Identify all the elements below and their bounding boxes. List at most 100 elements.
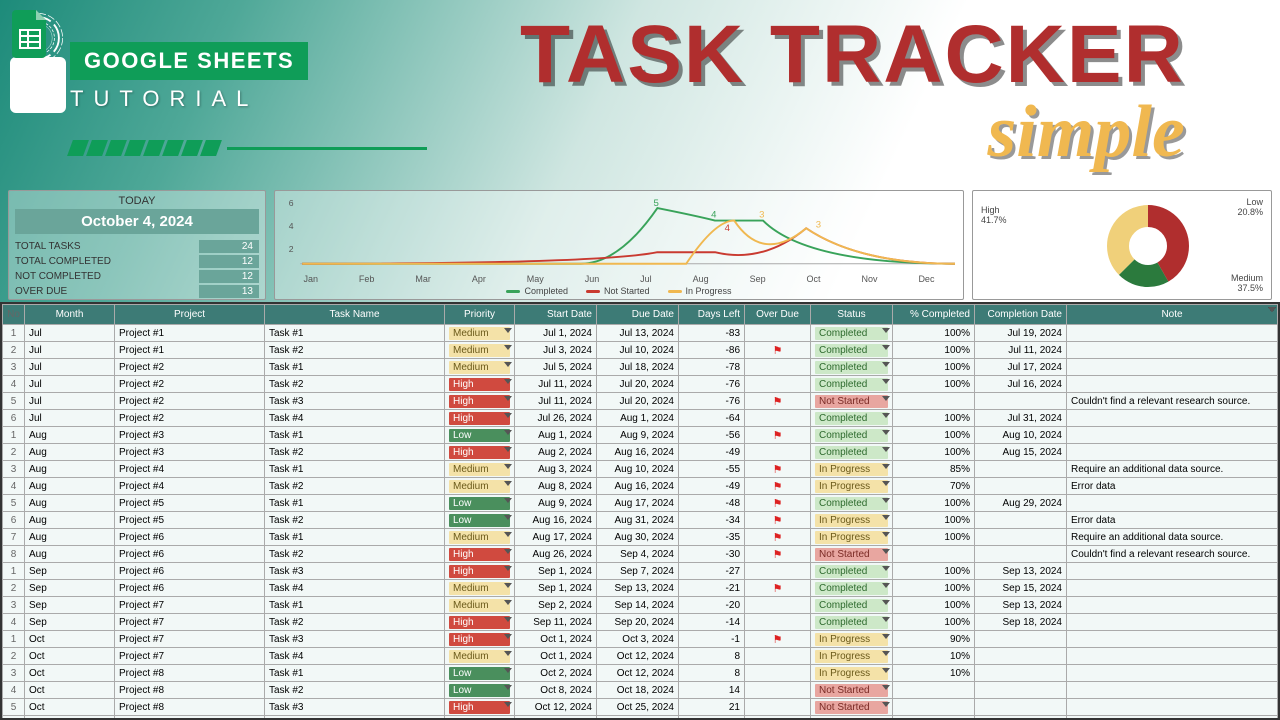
cell-overdue[interactable]: ⚑ <box>745 427 811 444</box>
cell-days[interactable]: 14 <box>679 682 745 699</box>
cell-overdue[interactable] <box>745 699 811 716</box>
cell-project[interactable]: Project #8 <box>115 682 265 699</box>
dropdown-icon[interactable] <box>882 498 890 503</box>
cell-days[interactable]: -14 <box>679 614 745 631</box>
cell-days[interactable]: -78 <box>679 359 745 376</box>
col-header[interactable]: % Completed <box>893 305 975 325</box>
cell-note[interactable] <box>1067 699 1278 716</box>
dropdown-icon[interactable] <box>882 379 890 384</box>
cell-status[interactable]: Completed <box>811 410 893 427</box>
cell-priority[interactable]: Medium <box>445 359 515 376</box>
dropdown-icon[interactable] <box>882 617 890 622</box>
cell-note[interactable]: Error data <box>1067 512 1278 529</box>
cell-note[interactable] <box>1067 580 1278 597</box>
cell-status[interactable]: Completed <box>811 597 893 614</box>
dropdown-icon[interactable] <box>882 396 890 401</box>
table-row[interactable]: 2AugProject #3Task #2HighAug 2, 2024Aug … <box>3 444 1278 461</box>
dropdown-icon[interactable] <box>504 345 512 350</box>
cell-due[interactable]: Jul 20, 2024 <box>597 393 679 410</box>
cell-status[interactable]: Completed <box>811 614 893 631</box>
cell-status[interactable]: Completed <box>811 342 893 359</box>
cell-days[interactable]: -83 <box>679 325 745 342</box>
cell-comp[interactable] <box>975 699 1067 716</box>
dropdown-icon[interactable] <box>882 464 890 469</box>
cell-priority[interactable]: Medium <box>445 461 515 478</box>
cell-pct[interactable] <box>893 682 975 699</box>
cell-project[interactable]: Project #8 <box>115 716 265 720</box>
cell-start[interactable]: Aug 2, 2024 <box>515 444 597 461</box>
dropdown-icon[interactable] <box>882 532 890 537</box>
cell-comp[interactable]: Jul 11, 2024 <box>975 342 1067 359</box>
cell-status[interactable]: Not Started <box>811 716 893 720</box>
cell-task[interactable]: Task #3 <box>265 393 445 410</box>
cell-pct[interactable]: 100% <box>893 529 975 546</box>
cell-no[interactable]: 3 <box>3 359 25 376</box>
cell-overdue[interactable]: ⚑ <box>745 546 811 563</box>
table-row[interactable]: 2OctProject #7Task #4MediumOct 1, 2024Oc… <box>3 648 1278 665</box>
cell-no[interactable]: 1 <box>3 427 25 444</box>
cell-pct[interactable]: 100% <box>893 597 975 614</box>
cell-project[interactable]: Project #4 <box>115 461 265 478</box>
cell-task[interactable]: Task #4 <box>265 410 445 427</box>
cell-task[interactable]: Task #2 <box>265 512 445 529</box>
cell-pct[interactable]: 100% <box>893 359 975 376</box>
cell-no[interactable]: 6 <box>3 716 25 720</box>
dropdown-icon[interactable] <box>882 600 890 605</box>
cell-task[interactable]: Task #2 <box>265 444 445 461</box>
cell-task[interactable]: Task #1 <box>265 665 445 682</box>
cell-priority[interactable]: Low <box>445 512 515 529</box>
table-row[interactable]: 4OctProject #8Task #2LowOct 8, 2024Oct 1… <box>3 682 1278 699</box>
cell-month[interactable]: Jul <box>25 359 115 376</box>
cell-pct[interactable]: 100% <box>893 427 975 444</box>
cell-priority[interactable]: Medium <box>445 529 515 546</box>
cell-overdue[interactable] <box>745 597 811 614</box>
dropdown-icon[interactable] <box>504 634 512 639</box>
cell-comp[interactable]: Sep 13, 2024 <box>975 597 1067 614</box>
dropdown-icon[interactable] <box>504 651 512 656</box>
cell-task[interactable]: Task #2 <box>265 682 445 699</box>
cell-project[interactable]: Project #6 <box>115 563 265 580</box>
col-header[interactable]: Status <box>811 305 893 325</box>
cell-comp[interactable] <box>975 716 1067 720</box>
cell-comp[interactable]: Sep 18, 2024 <box>975 614 1067 631</box>
dropdown-icon[interactable] <box>504 566 512 571</box>
cell-project[interactable]: Project #5 <box>115 512 265 529</box>
cell-priority[interactable]: Low <box>445 427 515 444</box>
cell-status[interactable]: Not Started <box>811 546 893 563</box>
cell-project[interactable]: Project #8 <box>115 699 265 716</box>
dropdown-icon[interactable] <box>504 600 512 605</box>
cell-start[interactable]: Jul 3, 2024 <box>515 342 597 359</box>
cell-comp[interactable] <box>975 665 1067 682</box>
cell-project[interactable]: Project #1 <box>115 342 265 359</box>
cell-comp[interactable]: Jul 19, 2024 <box>975 325 1067 342</box>
cell-month[interactable]: Oct <box>25 665 115 682</box>
cell-comp[interactable]: Jul 31, 2024 <box>975 410 1067 427</box>
cell-month[interactable]: Jul <box>25 325 115 342</box>
cell-task[interactable]: Task #1 <box>265 325 445 342</box>
cell-month[interactable]: Aug <box>25 546 115 563</box>
dropdown-icon[interactable] <box>504 328 512 333</box>
table-row[interactable]: 5JulProject #2Task #3HighJul 11, 2024Jul… <box>3 393 1278 410</box>
cell-due[interactable]: Aug 31, 2024 <box>597 512 679 529</box>
cell-priority[interactable]: Medium <box>445 648 515 665</box>
cell-note[interactable] <box>1067 614 1278 631</box>
cell-no[interactable]: 4 <box>3 478 25 495</box>
cell-comp[interactable] <box>975 648 1067 665</box>
cell-status[interactable]: In Progress <box>811 461 893 478</box>
cell-days[interactable]: -56 <box>679 427 745 444</box>
dropdown-icon[interactable] <box>882 345 890 350</box>
cell-priority[interactable]: High <box>445 699 515 716</box>
cell-priority[interactable]: High <box>445 563 515 580</box>
cell-due[interactable]: Oct 25, 2024 <box>597 716 679 720</box>
cell-comp[interactable] <box>975 682 1067 699</box>
cell-priority[interactable]: High <box>445 716 515 720</box>
dropdown-icon[interactable] <box>882 362 890 367</box>
cell-pct[interactable]: 100% <box>893 342 975 359</box>
dropdown-icon[interactable] <box>504 396 512 401</box>
cell-start[interactable]: Oct 2, 2024 <box>515 665 597 682</box>
cell-project[interactable]: Project #6 <box>115 546 265 563</box>
cell-start[interactable]: Oct 1, 2024 <box>515 648 597 665</box>
col-header[interactable]: No <box>3 305 25 325</box>
col-header[interactable]: Project <box>115 305 265 325</box>
cell-pct[interactable]: 100% <box>893 495 975 512</box>
